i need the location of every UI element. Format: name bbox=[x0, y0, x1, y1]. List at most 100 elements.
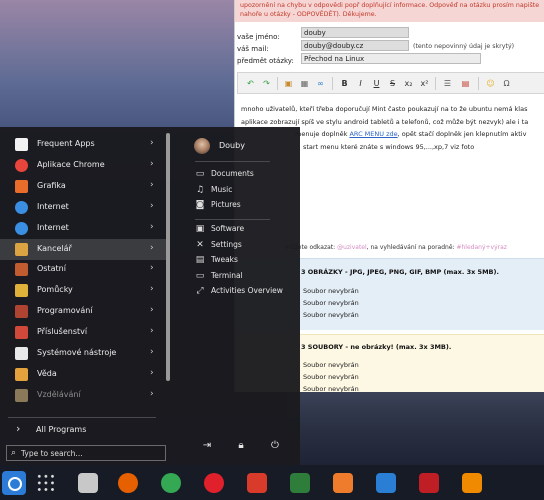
redo-icon[interactable]: ↷ bbox=[260, 77, 273, 90]
mail-hint: (tento nepovinný údaj je skrytý) bbox=[413, 43, 515, 50]
menu-shortcut-label: Pictures bbox=[211, 200, 241, 209]
menu-category-label: Aplikace Chrome bbox=[37, 159, 105, 169]
file-status[interactable]: Soubor nevybrán bbox=[303, 361, 359, 369]
menu-shortcut-item[interactable]: ▭ Documents bbox=[195, 168, 295, 182]
chevron-right-icon: › bbox=[150, 200, 154, 211]
toolbar-divider bbox=[478, 77, 479, 90]
file-status[interactable]: Soubor nevybrán bbox=[303, 373, 359, 381]
image-file-status[interactable]: Soubor nevybrán bbox=[303, 311, 359, 319]
menu-category-item[interactable]: Vzdělávání › bbox=[0, 385, 170, 406]
table-insert-icon[interactable]: ▤ bbox=[459, 77, 472, 90]
menu-category-item[interactable]: Kancelář › bbox=[0, 238, 170, 260]
menu-shortcut-item[interactable]: ⤢ Activities Overview bbox=[195, 285, 295, 299]
italic-icon[interactable]: I bbox=[354, 77, 367, 90]
chevron-right-icon: › bbox=[150, 179, 154, 190]
opera-icon[interactable] bbox=[204, 473, 224, 493]
table-icon[interactable]: ▦ bbox=[298, 77, 311, 90]
menu-shortcut-item[interactable]: ◙ Pictures bbox=[195, 199, 295, 213]
all-programs-button[interactable]: All Programs › bbox=[0, 420, 170, 440]
file-upload-title: 3 SOUBORY - ne obrázky! (max. 3x 3MB). bbox=[301, 343, 452, 351]
camera-icon: ◙ bbox=[195, 200, 205, 210]
software-store-icon[interactable] bbox=[333, 473, 353, 493]
menu-category-item[interactable]: Ostatní › bbox=[0, 259, 170, 280]
graphics-icon bbox=[15, 179, 28, 193]
doublecmd-icon[interactable] bbox=[247, 473, 267, 493]
text-editor-icon[interactable] bbox=[290, 473, 310, 493]
user-tag: @uzivatel bbox=[337, 244, 367, 251]
chevron-right-icon: › bbox=[150, 138, 154, 148]
chevron-right-icon: › bbox=[150, 158, 154, 169]
menu-shortcut-item[interactable]: ▤ Tweaks bbox=[195, 254, 295, 268]
menu-category-label: Grafika bbox=[37, 180, 66, 190]
globe-icon bbox=[15, 200, 28, 214]
menu-shortcut-item[interactable]: ♫ Music bbox=[195, 184, 295, 198]
arc-menu-link[interactable]: ARC MENU zde bbox=[349, 130, 397, 138]
menu-shortcut-label: Settings bbox=[211, 239, 242, 249]
chevron-right-icon: › bbox=[150, 305, 154, 316]
menu-shortcut-label: Documents bbox=[211, 169, 254, 178]
menu-category-item[interactable]: Internet › bbox=[0, 218, 170, 239]
accessories-icon bbox=[15, 326, 28, 340]
filezilla-icon[interactable] bbox=[419, 473, 439, 493]
writer-icon[interactable] bbox=[376, 473, 396, 493]
undo-icon[interactable]: ↶ bbox=[244, 77, 257, 90]
menu-category-item[interactable]: Příslušenství › bbox=[0, 322, 170, 343]
chevron-right-icon: › bbox=[150, 284, 154, 295]
chevron-right-icon: › bbox=[150, 347, 154, 357]
menu-shortcut-item[interactable]: ▭ Terminal bbox=[195, 270, 295, 284]
menu-category-item[interactable]: Věda › bbox=[0, 364, 170, 385]
strikethrough-icon[interactable]: S bbox=[386, 77, 399, 90]
files-icon[interactable] bbox=[78, 473, 98, 493]
editor-line: mnoho uživatelů, kteří třeba doporučují … bbox=[241, 105, 528, 113]
lock-icon[interactable]: 🔒︎ bbox=[234, 439, 248, 453]
omega-icon[interactable]: Ω bbox=[500, 77, 513, 90]
list-icon[interactable]: ☰ bbox=[441, 77, 454, 90]
menu-category-item[interactable]: Programování › bbox=[0, 301, 170, 322]
power-icon[interactable]: ⏻ bbox=[268, 439, 282, 453]
menu-shortcut-label: Activities Overview bbox=[211, 286, 283, 295]
avatar[interactable] bbox=[194, 138, 210, 154]
app-grid-icon[interactable] bbox=[36, 473, 56, 493]
menu-shortcut-item[interactable]: ✕ Settings bbox=[195, 239, 295, 253]
menu-shortcut-item[interactable]: ▣ Software bbox=[195, 223, 295, 237]
superscript-icon[interactable]: x² bbox=[418, 77, 431, 90]
logout-icon[interactable]: ⇥ bbox=[200, 439, 214, 453]
menu-category-item[interactable]: Systémové nástroje › bbox=[0, 343, 170, 364]
search-input[interactable]: ⌕ Type to search... bbox=[6, 445, 166, 461]
emoji-icon[interactable]: ☺ bbox=[484, 77, 497, 90]
image-file-status[interactable]: Soubor nevybrán bbox=[303, 287, 359, 295]
mail-field[interactable]: douby@douby.cz bbox=[301, 40, 409, 51]
name-field[interactable]: douby bbox=[301, 27, 409, 38]
subject-field[interactable]: Přechod na Linux bbox=[301, 53, 481, 64]
chevron-right-icon: › bbox=[16, 422, 21, 435]
image-file-status[interactable]: Soubor nevybrán bbox=[303, 299, 359, 307]
firefox-icon[interactable] bbox=[118, 473, 138, 493]
menu-category-item[interactable]: Aplikace Chrome › bbox=[0, 155, 170, 176]
subscript-icon[interactable]: x₂ bbox=[402, 77, 415, 90]
menu-shortcut-label: Software bbox=[211, 224, 245, 233]
chrome-icon bbox=[15, 158, 28, 172]
menu-category-item[interactable]: Frequent Apps › bbox=[0, 134, 170, 155]
category-scrollbar[interactable] bbox=[166, 133, 170, 381]
editor-text: menuje doplněk bbox=[295, 130, 348, 138]
menu-category-label: Pomůcky bbox=[37, 285, 73, 295]
start-menu-button[interactable] bbox=[2, 471, 26, 495]
menu-divider bbox=[195, 161, 270, 162]
menu-divider bbox=[8, 417, 156, 418]
chrome-icon[interactable] bbox=[161, 473, 181, 493]
link-icon[interactable]: ∞ bbox=[314, 77, 327, 90]
underline-icon[interactable]: U bbox=[370, 77, 383, 90]
user-name: Douby bbox=[219, 141, 245, 150]
music-icon: ♫ bbox=[195, 184, 205, 195]
menu-category-item[interactable]: Grafika › bbox=[0, 176, 170, 197]
file-status[interactable]: Soubor nevybrán bbox=[303, 385, 359, 392]
editor-text: , opět stačí doplněk jen klepnutím aktiv bbox=[397, 130, 527, 138]
image-icon[interactable]: ▣ bbox=[282, 77, 295, 90]
menu-category-label: Kancelář bbox=[37, 243, 72, 253]
vlc-icon[interactable] bbox=[462, 473, 482, 493]
bold-icon[interactable]: B bbox=[338, 77, 351, 90]
start-menu: Frequent Apps › Aplikace Chrome › Grafika › In… bbox=[0, 127, 300, 465]
menu-category-item[interactable]: Pomůcky › bbox=[0, 280, 170, 301]
menu-category-item[interactable]: Internet › bbox=[0, 197, 170, 218]
toolbar-divider bbox=[332, 77, 333, 90]
